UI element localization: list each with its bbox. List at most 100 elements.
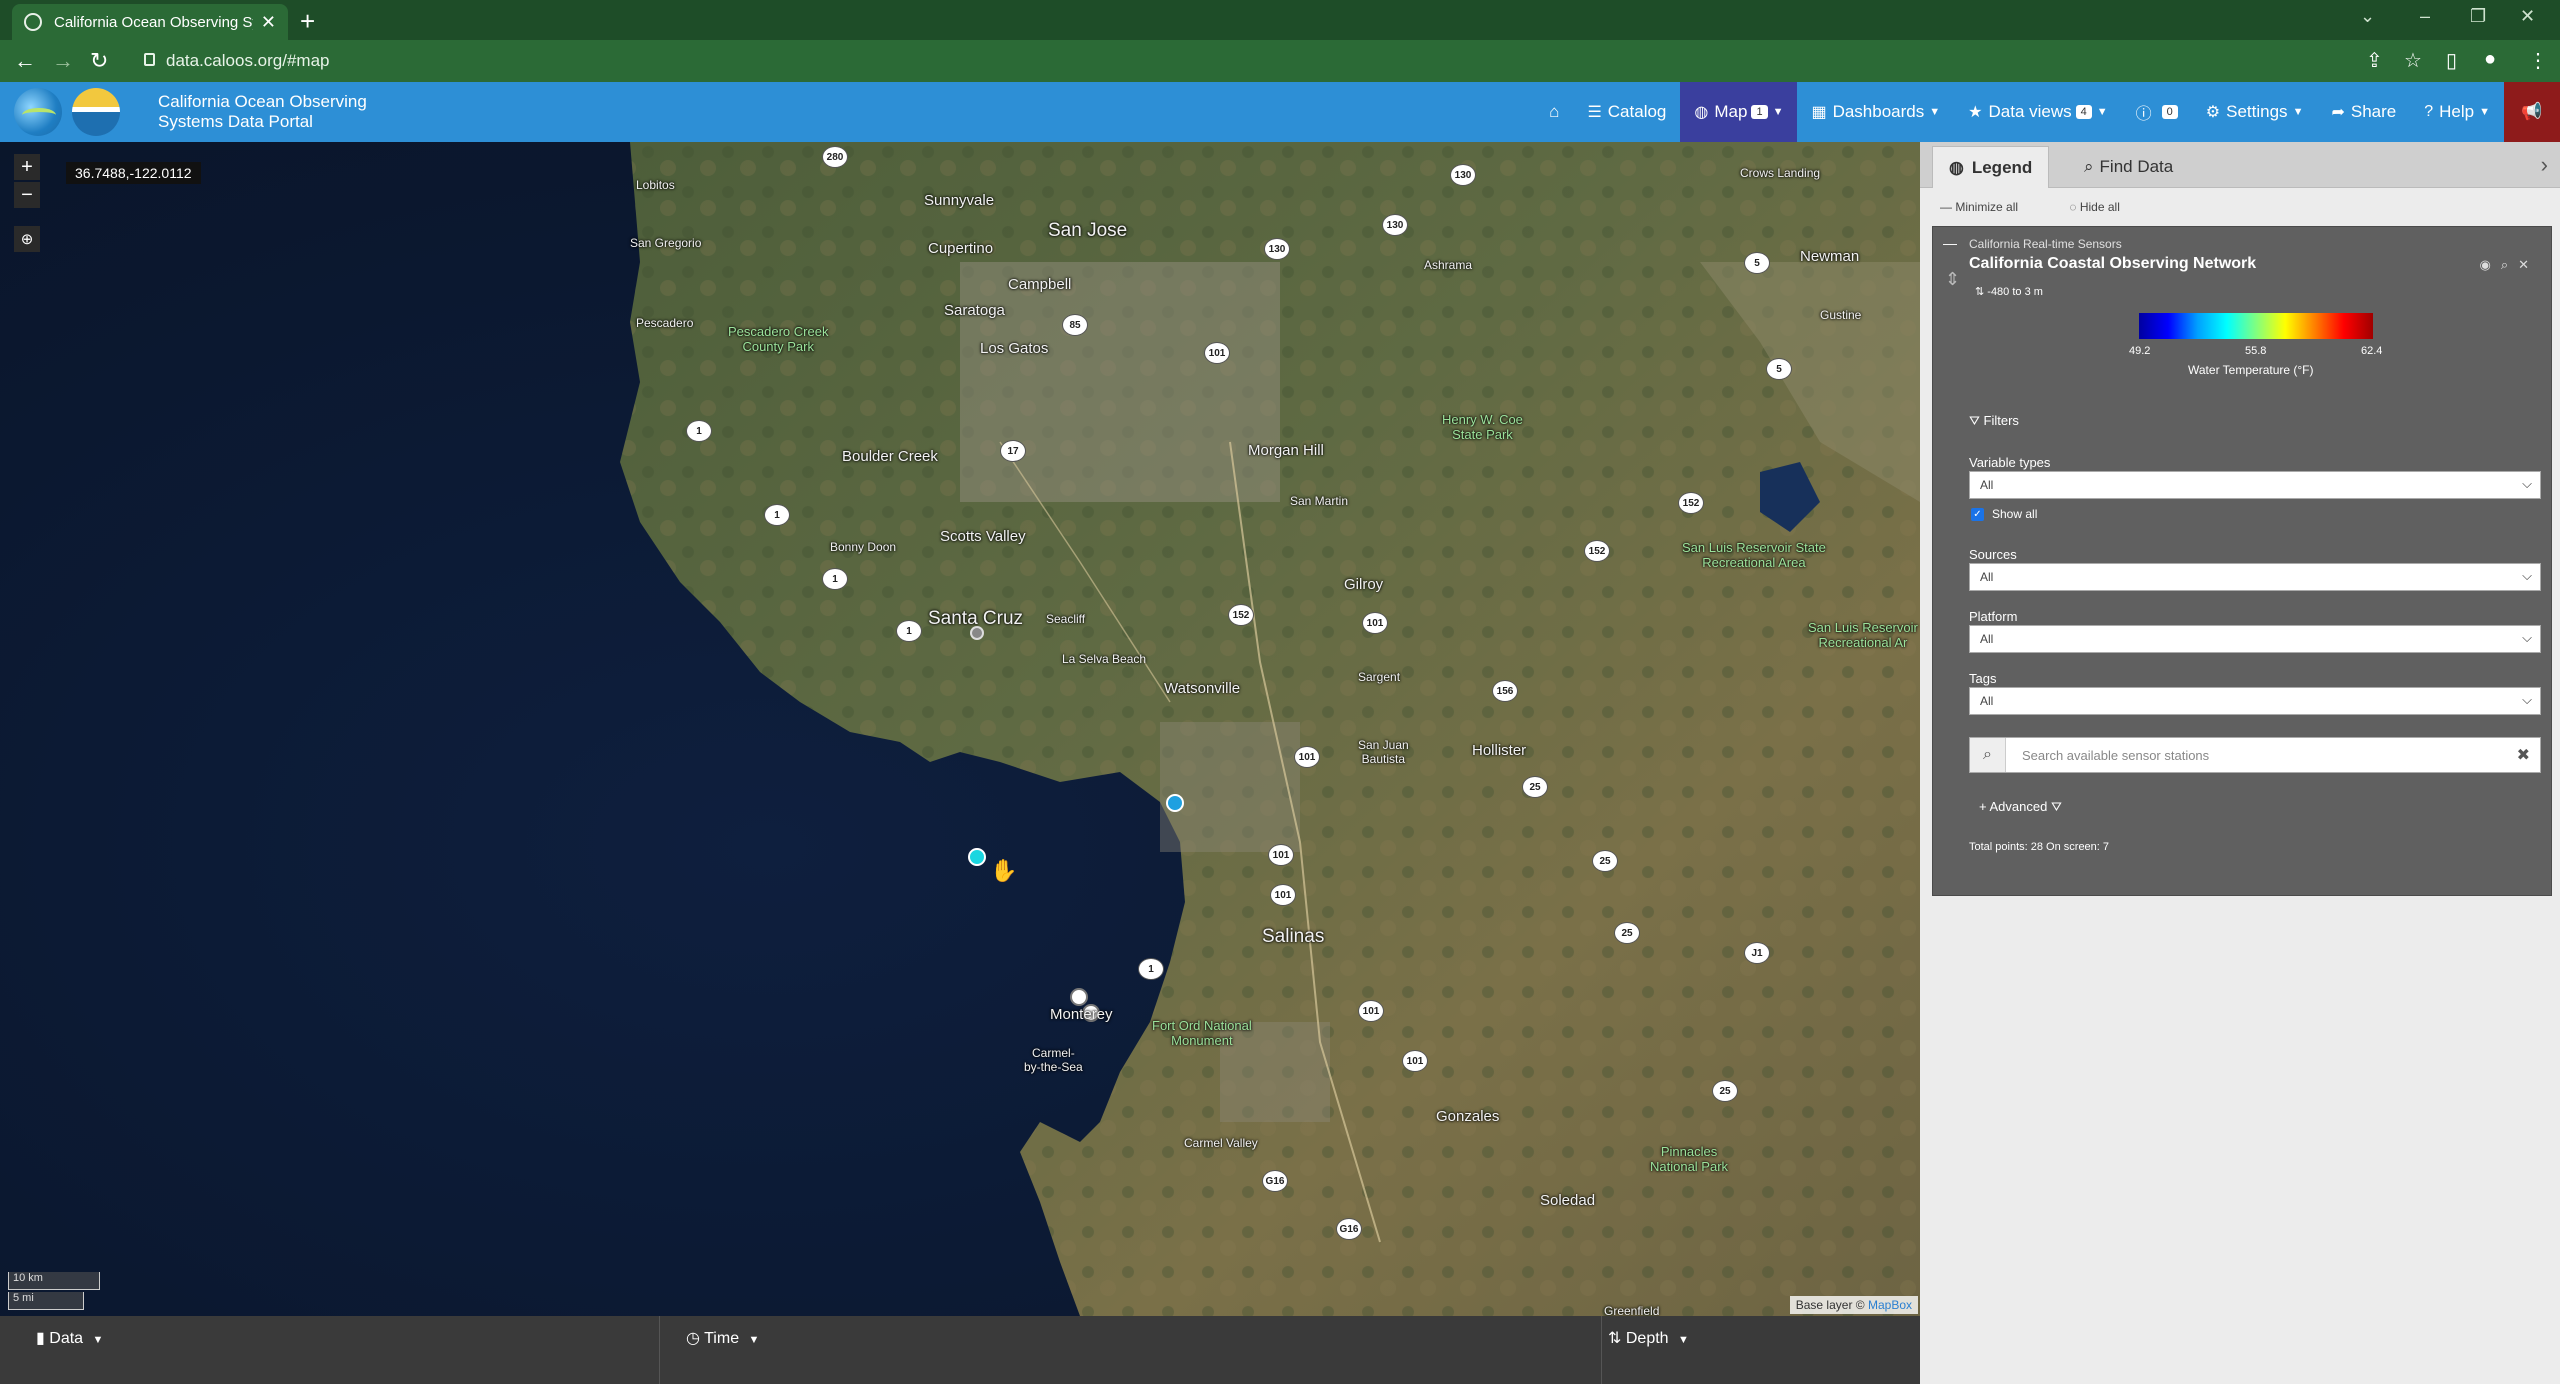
announcements-button[interactable]: 📢 xyxy=(2504,82,2560,142)
clear-search-icon[interactable]: ✖ xyxy=(2517,745,2530,765)
sources-select[interactable]: All xyxy=(1969,563,2541,591)
panel-tools: — Minimize all ◌ Hide all xyxy=(1940,200,2168,214)
search-input[interactable]: Search available sensor stations xyxy=(2022,748,2209,763)
variable-types-select[interactable]: All xyxy=(1969,471,2541,499)
search-icon: ⌕ xyxy=(1970,738,2006,772)
map-label-campbell: Campbell xyxy=(1008,276,1072,293)
caloos-logo[interactable] xyxy=(14,88,62,136)
map-label-san-luis-reservoir-2: San Luis Reservoir Recreational Ar xyxy=(1808,620,1918,650)
layer-actions: ◉⌕✕ xyxy=(2479,257,2539,273)
back-icon[interactable]: ← xyxy=(14,48,36,74)
tab-find-data[interactable]: ⌕ Find Data xyxy=(2068,146,2189,188)
help-button[interactable]: ? Help ▼ xyxy=(2410,82,2504,142)
share-button[interactable]: ➦ Share xyxy=(2317,82,2410,142)
highway-shield: 25 xyxy=(1712,1080,1738,1102)
help-label: Help xyxy=(2439,102,2475,121)
kebab-menu-icon[interactable]: ⋮ xyxy=(2528,48,2548,73)
map-label-gonzales: Gonzales xyxy=(1436,1108,1500,1125)
restore-icon[interactable]: ❐ xyxy=(2470,6,2486,27)
show-all-label: Show all xyxy=(1992,507,2038,521)
dashboards-label: Dashboards xyxy=(1832,102,1925,121)
remove-layer-icon[interactable]: ✕ xyxy=(2518,257,2539,272)
zoom-to-layer-icon[interactable]: ⌕ xyxy=(2501,257,2518,272)
colorbar-max: 62.4 xyxy=(2361,345,2383,357)
browser-tab[interactable]: California Ocean Observing Syst… ✕ xyxy=(12,4,288,40)
hide-all-label: Hide all xyxy=(2079,200,2120,214)
map-label-boulder-creek: Boulder Creek xyxy=(842,448,938,465)
reload-icon[interactable]: ↻ xyxy=(90,48,108,74)
highway-shield: 130 xyxy=(1382,214,1408,236)
panel-tabs: ◍ Legend ⌕ Find Data › xyxy=(1920,142,2560,188)
collapse-panel-icon[interactable]: › xyxy=(2541,152,2548,178)
map-label-sunnyvale: Sunnyvale xyxy=(924,192,995,209)
gear-icon: ⚙ xyxy=(2205,104,2221,121)
minimize-all-button[interactable]: — Minimize all xyxy=(1940,200,2042,214)
alert-icon: ⓘ xyxy=(2135,106,2152,123)
hide-all-button[interactable]: ◌ Hide all xyxy=(2069,200,2144,214)
zoom-out-button[interactable]: − xyxy=(14,182,40,208)
brand-title[interactable]: California Ocean Observing Systems Data … xyxy=(158,92,367,132)
sensor-marker-blue[interactable] xyxy=(1166,794,1184,812)
zoom-box-button[interactable]: ⊕ xyxy=(14,226,40,252)
close-tab-icon[interactable]: ✕ xyxy=(261,12,276,33)
tab-legend[interactable]: ◍ Legend xyxy=(1932,146,2050,188)
side-panel-icon[interactable]: ▯ xyxy=(2446,48,2457,73)
home-button[interactable]: ⌂ xyxy=(1535,82,1573,142)
share-page-icon[interactable]: ⇪ xyxy=(2366,48,2383,73)
coordinate-readout: 36.7488,-122.0112 xyxy=(66,162,201,184)
globe-icon: ◍ xyxy=(1694,104,1709,121)
data-dropdown[interactable]: ▮ Data ▼ xyxy=(0,1316,660,1384)
layer-group-label: California Real-time Sensors xyxy=(1969,237,2122,251)
total-points: Total points: 28 On screen: 7 xyxy=(1969,841,2110,853)
highway-shield: 25 xyxy=(1592,850,1618,872)
mapbox-link[interactable]: MapBox xyxy=(1868,1298,1912,1312)
layer-card: — ⇕ California Real-time Sensors Califor… xyxy=(1932,226,2552,896)
data-views-button[interactable]: ★ Data views 4 ▼ xyxy=(1954,82,2122,142)
filter-icon: ⛛ xyxy=(1969,413,1984,428)
map-label-gilroy: Gilroy xyxy=(1344,576,1384,593)
collapse-layer-icon[interactable]: — xyxy=(1943,235,1957,251)
highway-shield: G16 xyxy=(1336,1218,1362,1240)
drag-handle-icon[interactable]: ⇕ xyxy=(1945,269,1960,290)
chevron-down-icon[interactable]: ⌄ xyxy=(2360,6,2375,27)
caret-down-icon: ▼ xyxy=(748,1334,760,1346)
forward-icon[interactable]: → xyxy=(52,48,74,74)
close-window-icon[interactable]: ✕ xyxy=(2520,6,2535,27)
zoom-in-button[interactable]: + xyxy=(14,154,40,180)
platform-select[interactable]: All xyxy=(1969,625,2541,653)
map-label-san-gregorio: San Gregorio xyxy=(630,236,702,250)
ioos-logo[interactable] xyxy=(72,88,120,136)
alerts-button[interactable]: ⓘ 0 xyxy=(2122,82,2192,142)
tags-value: All xyxy=(1980,694,1994,708)
bookmark-star-icon[interactable]: ☆ xyxy=(2404,48,2422,73)
minimize-icon[interactable]: – xyxy=(2420,6,2430,27)
sensor-marker-white[interactable] xyxy=(1070,988,1088,1006)
time-dropdown[interactable]: ◷ Time ▼ xyxy=(660,1316,1602,1384)
visibility-icon[interactable]: ◉ xyxy=(2479,257,2500,272)
list-icon: ☰ xyxy=(1587,104,1602,121)
depth-dropdown[interactable]: ⇅ Depth ▼ xyxy=(1602,1316,1920,1384)
sources-value: All xyxy=(1980,570,1994,584)
checkbox-checked-icon: ✓ xyxy=(1971,507,1984,521)
map-count-badge: 1 xyxy=(1751,105,1768,119)
advanced-filter-toggle[interactable]: + Advanced ⛛ xyxy=(1979,799,2062,815)
catalog-button[interactable]: ☰ Catalog xyxy=(1573,82,1680,142)
url-field[interactable]: data.caloos.org/#map xyxy=(140,46,2340,76)
address-bar: ← → ↻ data.caloos.org/#map ⇪ ☆ ▯ ● ⋮ xyxy=(0,40,2560,82)
map-label-pinnacles: Pinnacles National Park xyxy=(1650,1144,1729,1174)
sensor-marker-cyan[interactable] xyxy=(968,848,986,866)
map-canvas[interactable]: ✋ Sunnyvale San Jose Cupertino Campbell … xyxy=(0,142,1920,1316)
highway-shield: 25 xyxy=(1522,776,1548,798)
highway-shield: 101 xyxy=(1294,746,1320,768)
dashboards-button[interactable]: ▦ Dashboards ▼ xyxy=(1797,82,1954,142)
map-button[interactable]: ◍ Map 1 ▼ xyxy=(1680,82,1798,142)
tags-select[interactable]: All xyxy=(1969,687,2541,715)
new-tab-icon[interactable]: + xyxy=(300,6,315,37)
map-label-scotts-valley: Scotts Valley xyxy=(940,528,1026,545)
highway-shield: J1 xyxy=(1744,942,1770,964)
profile-icon[interactable]: ● xyxy=(2484,48,2496,71)
brand-line-2: Systems Data Portal xyxy=(158,112,313,131)
settings-button[interactable]: ⚙ Settings ▼ xyxy=(2192,82,2318,142)
show-all-checkbox[interactable]: ✓ Show all xyxy=(1971,507,2037,521)
highway-shield: 1 xyxy=(896,620,922,642)
